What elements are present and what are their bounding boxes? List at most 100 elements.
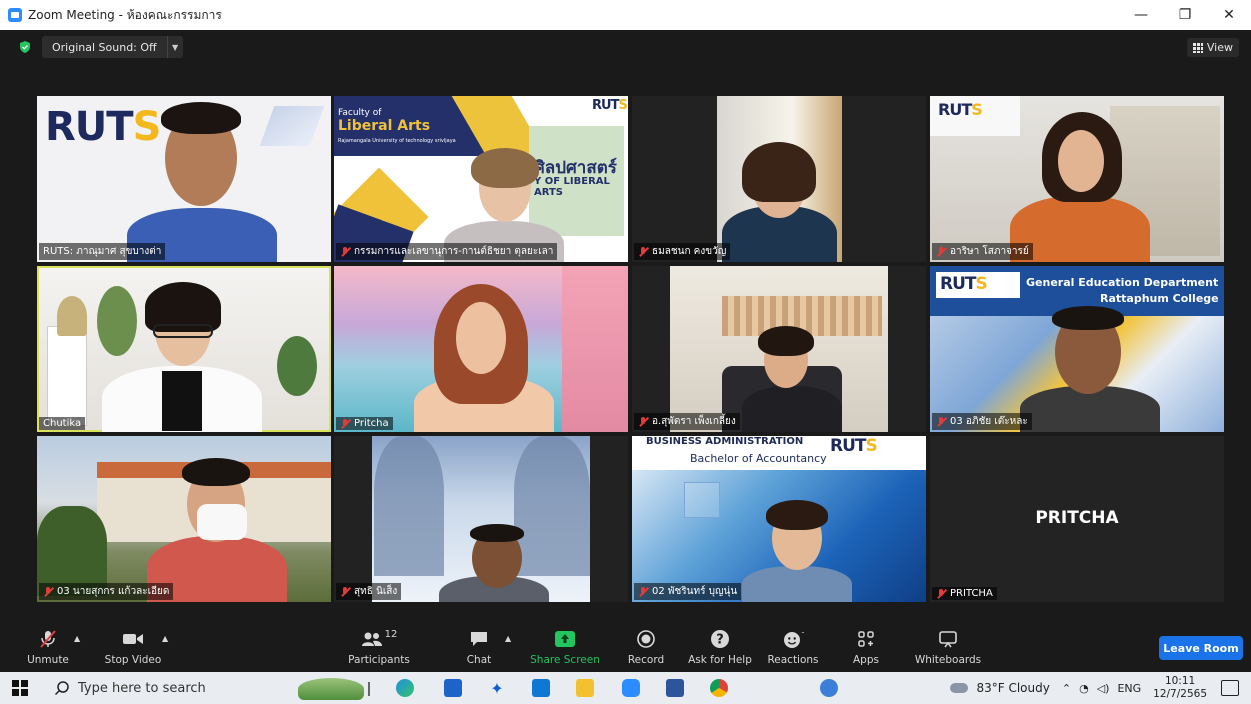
chevron-up-icon[interactable]: ▲ xyxy=(74,634,80,643)
maximize-button[interactable]: ❐ xyxy=(1163,0,1207,30)
video-tile-11[interactable]: BUSINESS ADMINISTRATION Bachelor of Acco… xyxy=(632,436,926,602)
leave-room-button[interactable]: Leave Room xyxy=(1159,636,1243,660)
windows-logo-icon xyxy=(12,680,28,696)
record-button[interactable]: Record xyxy=(626,624,666,672)
chevron-up-icon[interactable]: ⌃ xyxy=(1062,682,1071,695)
stop-video-button[interactable]: Stop Video xyxy=(102,624,164,672)
close-button[interactable]: ✕ xyxy=(1207,0,1251,30)
video-tile-6[interactable]: Pritcha xyxy=(334,266,628,432)
window-titlebar: Zoom Meeting - ห้องคณะกรรมการ — ❐ ✕ xyxy=(0,0,1251,30)
view-button[interactable]: View xyxy=(1186,38,1239,57)
chevron-up-icon[interactable]: ▲ xyxy=(162,634,168,643)
stop-video-label: Stop Video xyxy=(104,654,162,666)
video-tile-8[interactable]: RUTS General Education Department Rattap… xyxy=(930,266,1224,432)
share-screen-label: Share Screen xyxy=(530,654,600,666)
cloud-icon xyxy=(950,683,969,693)
svg-text:+: + xyxy=(801,629,804,637)
app-icon[interactable] xyxy=(820,679,838,697)
start-button[interactable] xyxy=(0,672,40,704)
overlay-faculty-label: Faculty of xyxy=(338,108,382,118)
original-sound-label: Original Sound: Off xyxy=(52,40,157,54)
chevron-down-icon[interactable]: ▼ xyxy=(166,36,183,58)
notifications-icon[interactable] xyxy=(1221,680,1239,696)
word-icon[interactable] xyxy=(666,679,684,697)
help-icon: ? xyxy=(709,629,731,649)
video-tile-4[interactable]: RUTS อาริษา โสภาจารย์ xyxy=(930,96,1224,262)
clock-date: 12/7/2565 xyxy=(1153,688,1207,700)
search-icon xyxy=(54,681,69,696)
grid-icon xyxy=(1192,42,1203,53)
participants-count: 12 xyxy=(384,629,398,640)
mic-off-icon xyxy=(936,246,946,257)
whiteboards-button[interactable]: Whiteboards xyxy=(914,624,982,672)
video-tile-5[interactable]: Chutika xyxy=(37,266,331,432)
video-tile-1[interactable]: RUTS RUTS: ภาณุมาศ สุขบางต่า xyxy=(37,96,331,262)
chat-button[interactable]: Chat xyxy=(464,624,494,672)
record-label: Record xyxy=(627,654,665,666)
ask-for-help-button[interactable]: ? Ask for Help xyxy=(688,624,752,672)
meeting-topbar: Original Sound: Off ▼ View xyxy=(0,30,1251,64)
video-tile-10[interactable]: สุทธิ นิเส็ง xyxy=(334,436,628,602)
volume-icon[interactable]: ◁) xyxy=(1097,682,1110,695)
view-label: View xyxy=(1206,41,1233,54)
system-tray: 83°F Cloudy ⌃ ◔ ◁) ENG 10:11 12/7/2565 xyxy=(950,672,1251,704)
clock-time: 10:11 xyxy=(1164,675,1196,687)
video-tile-2[interactable]: Faculty of Liberal Arts Rajamangala Univ… xyxy=(334,96,628,262)
participant-name: กรรมการและเลขานุการ-กานต์ธิชยา ตุลยะเลา xyxy=(336,243,558,260)
mail-icon[interactable] xyxy=(532,679,550,697)
video-camera-icon xyxy=(122,629,144,649)
participant-name: 03 นายสุกกร แก้วละเอียด xyxy=(39,583,174,600)
edge-browser-icon[interactable] xyxy=(396,679,414,697)
original-sound-toggle[interactable]: Original Sound: Off ▼ xyxy=(42,36,183,58)
language-indicator[interactable]: ENG xyxy=(1117,682,1141,695)
overlay-department: General Education Department xyxy=(1026,276,1219,289)
widget-landscape-icon[interactable] xyxy=(298,678,364,700)
participant-name: อาริษา โสภาจารย์ xyxy=(932,243,1033,260)
participant-name: Chutika xyxy=(39,417,86,430)
mic-off-icon xyxy=(340,418,350,429)
ask-for-help-label: Ask for Help xyxy=(688,654,752,666)
video-tile-9[interactable]: 03 นายสุกกร แก้วละเอียด xyxy=(37,436,331,602)
overlay-faculty: BUSINESS ADMINISTRATION xyxy=(646,436,804,447)
overlay-faculty-title: Liberal Arts xyxy=(338,118,431,134)
shield-icon[interactable] xyxy=(18,40,32,54)
participants-icon: 12 xyxy=(359,629,399,649)
mic-off-icon xyxy=(936,588,946,599)
meeting-toolbar: Unmute ▲ Stop Video ▲ 12 Participants Ch… xyxy=(0,624,1251,672)
video-tile-12[interactable]: PRITCHA PRITCHA xyxy=(930,436,1224,602)
chrome-icon[interactable] xyxy=(710,679,728,697)
participant-name: PRITCHA xyxy=(932,587,997,600)
participants-label: Participants xyxy=(348,654,410,666)
search-placeholder: Type here to search xyxy=(78,680,206,696)
participant-name: Pritcha xyxy=(336,417,393,430)
share-screen-button[interactable]: Share Screen xyxy=(530,624,600,672)
taskbar-search[interactable]: Type here to search xyxy=(40,672,270,704)
dropbox-icon[interactable]: ✦ xyxy=(488,679,506,698)
apps-label: Apps xyxy=(853,654,879,666)
network-icon[interactable]: ◔ xyxy=(1079,682,1089,695)
clock[interactable]: 10:11 12/7/2565 xyxy=(1153,675,1207,701)
participants-button[interactable]: 12 Participants xyxy=(346,624,412,672)
store-icon[interactable] xyxy=(444,679,462,697)
chevron-up-icon[interactable]: ▲ xyxy=(505,634,511,643)
window-title: Zoom Meeting - ห้องคณะกรรมการ xyxy=(28,7,222,22)
zoom-taskbar-icon[interactable] xyxy=(622,679,640,697)
overlay-college: Rattaphum College xyxy=(1100,292,1219,305)
apps-button[interactable]: Apps xyxy=(850,624,882,672)
zoom-app-icon xyxy=(8,8,22,22)
mic-off-icon xyxy=(340,246,350,257)
video-tile-3[interactable]: ธมลชนก คงขวัญ xyxy=(632,96,926,262)
participant-name: 03 อภิชัย เต๊ะหละ xyxy=(932,413,1032,430)
reactions-icon: + xyxy=(782,629,804,649)
weather-text[interactable]: 83°F Cloudy xyxy=(976,681,1049,695)
file-explorer-icon[interactable] xyxy=(576,679,594,697)
chat-icon xyxy=(468,629,490,649)
participant-name: ธมลชนก คงขวัญ xyxy=(634,243,731,260)
reactions-button[interactable]: + Reactions xyxy=(766,624,820,672)
minimize-button[interactable]: — xyxy=(1119,0,1163,30)
mic-off-icon xyxy=(936,416,946,427)
mic-off-icon xyxy=(638,416,648,427)
video-tile-7[interactable]: อ.สุพัตรา เพ็งเกลี้ยง xyxy=(632,266,926,432)
unmute-button[interactable]: Unmute xyxy=(24,624,72,672)
ruts-logo: RUTS xyxy=(592,98,628,113)
